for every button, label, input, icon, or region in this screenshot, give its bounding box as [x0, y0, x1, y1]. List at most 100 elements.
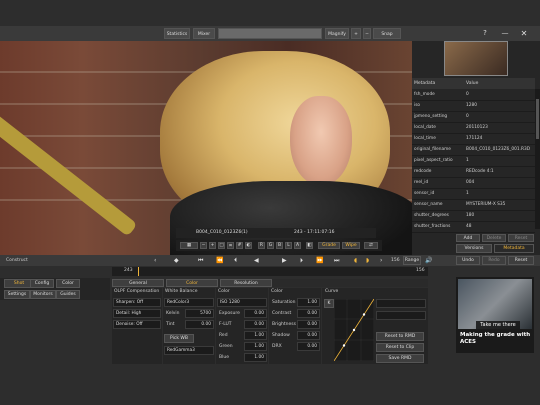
- tab-color-sub[interactable]: Color: [166, 279, 218, 287]
- curve-value-input[interactable]: [376, 311, 426, 320]
- channel-k-button[interactable]: K: [324, 299, 334, 308]
- tab-resolution[interactable]: Resolution: [220, 279, 272, 287]
- color-row-value[interactable]: 1.00: [244, 353, 267, 362]
- color2-row-value[interactable]: 0.00: [297, 309, 320, 318]
- plus-icon[interactable]: +: [351, 28, 361, 39]
- pick-wb-button[interactable]: Pick WB: [164, 334, 194, 343]
- color2-row-label: Saturation: [272, 300, 296, 305]
- color-row-value[interactable]: 0.00: [244, 309, 267, 318]
- scrollbar-thumb[interactable]: [536, 99, 539, 139]
- subject-face: [290, 96, 352, 186]
- ad-panel[interactable]: Take me there Making the grade with ACES: [456, 277, 534, 353]
- thumbnail-image[interactable]: [444, 41, 508, 76]
- progress-slider[interactable]: [218, 28, 322, 39]
- mixer-button[interactable]: Mixer: [193, 28, 215, 39]
- help-icon[interactable]: ?: [480, 29, 490, 38]
- close-icon[interactable]: ✕: [519, 29, 529, 38]
- sharpen-select[interactable]: Sharpen: Off: [113, 298, 161, 307]
- play-reverse-icon[interactable]: ◀: [254, 256, 262, 265]
- undo-button[interactable]: Undo: [456, 256, 480, 265]
- scrollbar[interactable]: [535, 89, 540, 229]
- out-point-icon[interactable]: ◗: [366, 256, 374, 265]
- reset-button[interactable]: Reset: [508, 234, 534, 242]
- crop-icon[interactable]: ⌗: [227, 242, 234, 249]
- channel-r[interactable]: R: [258, 242, 265, 249]
- grade-button[interactable]: Grade: [318, 242, 340, 249]
- reset-to-clip-button[interactable]: Reset to Clip: [376, 343, 424, 352]
- grid-icon[interactable]: #: [236, 242, 243, 249]
- video-viewer[interactable]: B004_C010_0123Z6(1) 243 - 17:11:07:16 ▦ …: [0, 41, 412, 255]
- timeline-scrubber[interactable]: 243 156: [112, 267, 428, 276]
- detail-select[interactable]: Detail: High: [113, 309, 161, 318]
- ad-cta[interactable]: Take me there: [476, 321, 520, 329]
- next-frame-icon[interactable]: ⏵: [300, 256, 308, 265]
- marker-icon[interactable]: ◆: [174, 256, 182, 265]
- kelvin-input[interactable]: 5700: [185, 309, 214, 318]
- color-row-value[interactable]: 0.00: [244, 320, 267, 329]
- chevron-left-icon[interactable]: ‹: [154, 256, 162, 265]
- wb-preset-select[interactable]: RedColor3: [164, 298, 214, 307]
- curve-preset-select[interactable]: [376, 299, 426, 308]
- color-row-value[interactable]: 1.00: [244, 331, 267, 340]
- metadata-value: REDcode 4:1: [466, 169, 494, 174]
- color-row-label: Exposure: [219, 311, 240, 316]
- split-icon[interactable]: ◧: [306, 242, 313, 249]
- go-start-icon[interactable]: ⏮: [198, 256, 206, 265]
- zoom-in-icon[interactable]: +: [209, 242, 216, 249]
- timecode: 243 - 17:11:07:16: [294, 230, 335, 235]
- zoom-out-icon[interactable]: −: [200, 242, 207, 249]
- metadata-row[interactable]: shutter_fractions 48: [412, 221, 535, 233]
- channel-l[interactable]: L: [285, 242, 292, 249]
- channel-a[interactable]: A: [294, 242, 301, 249]
- prev-frame-icon[interactable]: ⏴: [234, 256, 242, 265]
- minus-icon[interactable]: −: [363, 28, 371, 39]
- color2-row-value[interactable]: 0.00: [297, 331, 320, 340]
- save-rmd-button[interactable]: Save RMD: [376, 354, 424, 363]
- denoise-select[interactable]: Denoise: Off: [113, 320, 161, 329]
- tint-input[interactable]: 0.00: [185, 320, 214, 329]
- step-back-icon[interactable]: ⏪: [216, 256, 224, 265]
- snap-shot-button[interactable]: Snap Shot...: [373, 28, 401, 48]
- delete-button[interactable]: Delete: [482, 234, 506, 242]
- tab-monitors[interactable]: Monitors: [30, 290, 56, 299]
- play-icon[interactable]: ▶: [282, 256, 290, 265]
- go-end-icon[interactable]: ⏭: [334, 256, 342, 265]
- channel-b[interactable]: B: [276, 242, 283, 249]
- color-icon[interactable]: ◐: [245, 242, 252, 249]
- tab-settings[interactable]: Settings: [4, 290, 30, 299]
- playhead[interactable]: [138, 267, 139, 276]
- color2-row-label: DRX: [272, 344, 282, 349]
- color-row-value[interactable]: 1.00: [244, 342, 267, 351]
- wipe-button[interactable]: Wipe: [342, 242, 360, 249]
- chevron-right-icon[interactable]: ›: [380, 256, 388, 265]
- color2-row-label: Shadow: [272, 333, 290, 338]
- color2-row-value[interactable]: 1.00: [297, 298, 320, 307]
- link-icon[interactable]: ⇄: [364, 242, 378, 249]
- tab-config[interactable]: Config: [30, 279, 54, 288]
- in-point-icon[interactable]: ◖: [354, 256, 362, 265]
- magnify-button[interactable]: Magnify: [325, 28, 349, 39]
- add-button[interactable]: Add: [456, 234, 480, 242]
- step-forward-icon[interactable]: ⏩: [316, 256, 324, 265]
- statistics-button[interactable]: Statistics: [164, 28, 190, 39]
- color2-row-value[interactable]: 0.00: [297, 320, 320, 329]
- color2-row-value[interactable]: 0.00: [297, 342, 320, 351]
- gamma-select[interactable]: RedGamma3: [164, 346, 214, 355]
- tab-general[interactable]: General: [112, 279, 164, 287]
- iso-select[interactable]: ISO 1280: [217, 298, 267, 307]
- film-strip-icon[interactable]: ▦: [180, 242, 198, 249]
- tab-versions[interactable]: Versions: [456, 244, 492, 253]
- tab-metadata[interactable]: Metadata: [494, 244, 534, 253]
- tab-guides[interactable]: Guides: [56, 290, 80, 299]
- range-button[interactable]: Range: [403, 256, 421, 265]
- fit-icon[interactable]: □: [218, 242, 225, 249]
- minimize-icon[interactable]: —: [500, 29, 510, 38]
- speaker-icon[interactable]: 🔊: [425, 256, 437, 265]
- curve-graph[interactable]: [334, 299, 374, 361]
- metadata-value: B004_C010_0123Z6_001.R3D: [466, 147, 531, 152]
- redo-button[interactable]: Redo: [482, 256, 506, 265]
- channel-g[interactable]: G: [267, 242, 274, 249]
- reset-to-rmd-button[interactable]: Reset to RMD: [376, 332, 424, 341]
- tab-color[interactable]: Color: [56, 279, 80, 288]
- reset-all-button[interactable]: Reset: [508, 256, 534, 265]
